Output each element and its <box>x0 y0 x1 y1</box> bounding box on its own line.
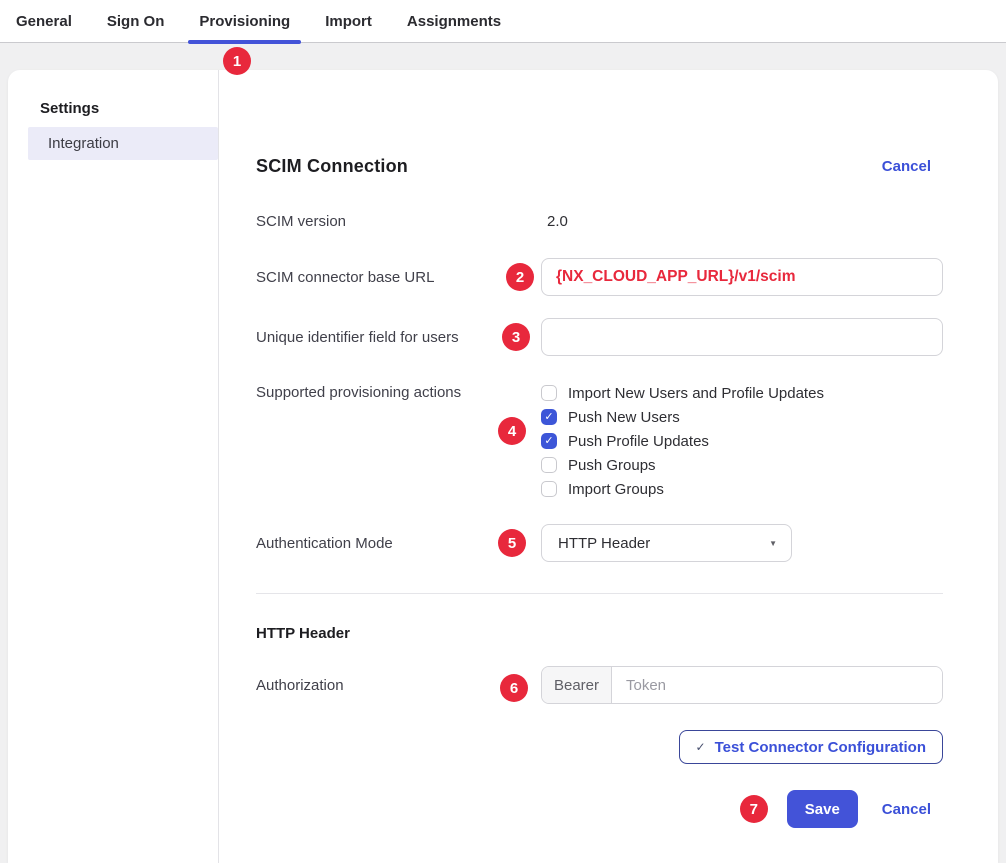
checkbox-import-new-users[interactable]: Import New Users and Profile Updates <box>541 381 943 405</box>
step-badge-3: 3 <box>502 323 530 351</box>
checkbox-push-groups[interactable]: Push Groups <box>541 453 943 477</box>
step-badge-7: 7 <box>740 795 768 823</box>
step-badge-6: 6 <box>500 674 528 702</box>
bearer-prefix: Bearer <box>542 667 612 703</box>
sidebar-item-integration[interactable]: Integration <box>28 127 218 160</box>
provisioning-panel: Settings Integration SCIM Connection Can… <box>8 70 998 863</box>
checkbox-label: Push Groups <box>568 457 656 474</box>
sidebar: Settings Integration <box>8 70 219 863</box>
step-badge-2: 2 <box>506 263 534 291</box>
checkbox-push-new-users[interactable]: Push New Users <box>541 405 943 429</box>
auth-mode-value: HTTP Header <box>558 535 650 552</box>
tab-sign-on[interactable]: Sign On <box>107 0 165 43</box>
cancel-link-top[interactable]: Cancel <box>882 158 931 175</box>
base-url-input[interactable] <box>541 258 943 296</box>
checkbox-push-profile-updates[interactable]: Push Profile Updates <box>541 429 943 453</box>
sidebar-header-settings: Settings <box>40 100 218 117</box>
provisioning-actions-label: Supported provisioning actions <box>256 381 541 401</box>
token-input[interactable] <box>612 667 942 703</box>
test-connector-label: Test Connector Configuration <box>715 739 926 756</box>
auth-mode-select[interactable]: HTTP Header ▼ <box>541 524 792 562</box>
base-url-label: SCIM connector base URL <box>256 269 541 286</box>
unique-id-label: Unique identifier field for users <box>256 329 541 346</box>
checkbox-box[interactable] <box>541 433 557 449</box>
checkbox-box[interactable] <box>541 481 557 497</box>
http-header-heading: HTTP Header <box>256 625 943 642</box>
tab-bar: General Sign On Provisioning Import Assi… <box>0 0 1006 43</box>
unique-id-input[interactable] <box>541 318 943 356</box>
authorization-input-group: Bearer <box>541 666 943 704</box>
scim-version-label: SCIM version <box>256 213 541 230</box>
tab-assignments[interactable]: Assignments <box>407 0 501 43</box>
tab-general[interactable]: General <box>16 0 72 43</box>
checkbox-label: Import Groups <box>568 481 664 498</box>
test-connector-button[interactable]: ✓ Test Connector Configuration <box>679 730 943 764</box>
step-badge-1: 1 <box>223 47 251 75</box>
checkbox-box[interactable] <box>541 385 557 401</box>
checkbox-box[interactable] <box>541 457 557 473</box>
tab-import[interactable]: Import <box>325 0 372 43</box>
tab-provisioning[interactable]: Provisioning <box>199 0 290 43</box>
authorization-label: Authorization <box>256 677 541 694</box>
checkbox-import-groups[interactable]: Import Groups <box>541 477 943 501</box>
page-title: SCIM Connection <box>256 156 408 177</box>
scim-connection-form: SCIM Connection Cancel SCIM version 2.0 … <box>219 70 998 863</box>
checkbox-label: Push New Users <box>568 409 680 426</box>
check-icon: ✓ <box>696 740 706 754</box>
checkbox-label: Import New Users and Profile Updates <box>568 385 824 402</box>
checkbox-label: Push Profile Updates <box>568 433 709 450</box>
checkbox-box[interactable] <box>541 409 557 425</box>
step-badge-4: 4 <box>498 417 526 445</box>
save-button[interactable]: Save <box>787 790 858 828</box>
section-divider <box>256 593 943 594</box>
step-badge-5: 5 <box>498 529 526 557</box>
chevron-down-icon: ▼ <box>769 539 777 548</box>
cancel-link-bottom[interactable]: Cancel <box>882 801 931 818</box>
scim-version-value: 2.0 <box>541 213 943 230</box>
